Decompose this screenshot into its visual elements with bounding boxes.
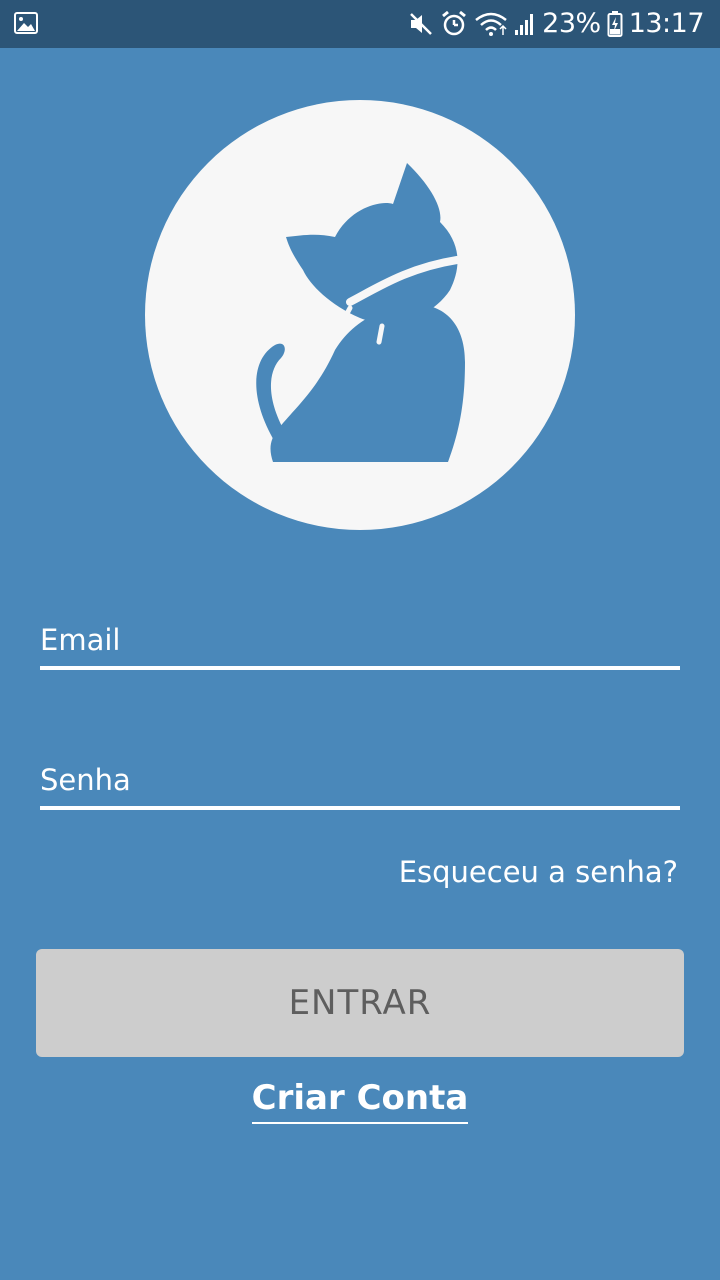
password-underline xyxy=(40,806,680,810)
login-screen: 23% 13:17 Email Esqueceu a senha? ENTRAR… xyxy=(0,0,720,1280)
signal-icon xyxy=(515,14,534,35)
app-logo xyxy=(145,100,575,530)
battery-icon xyxy=(607,11,623,37)
mute-icon xyxy=(410,13,433,35)
create-account-container: Criar Conta xyxy=(0,1076,720,1124)
forgot-password-link[interactable]: Esqueceu a senha? xyxy=(399,852,678,892)
email-field[interactable] xyxy=(40,614,680,666)
email-underline xyxy=(40,666,680,670)
clock: 13:17 xyxy=(628,8,705,39)
password-field-container xyxy=(40,754,680,810)
status-bar: 23% 13:17 xyxy=(0,0,720,48)
gallery-icon xyxy=(14,12,38,34)
cat-with-collar-icon xyxy=(256,163,465,462)
create-account-link[interactable]: Criar Conta xyxy=(251,1076,469,1124)
email-field-container xyxy=(40,614,680,670)
login-button[interactable]: ENTRAR xyxy=(36,949,684,1057)
status-icons: 23% 13:17 xyxy=(408,0,705,48)
login-button-label: ENTRAR xyxy=(288,983,432,1023)
battery-percent: 23% xyxy=(542,8,601,39)
alarm-icon xyxy=(442,10,467,36)
wifi-icon xyxy=(475,12,507,36)
password-field[interactable] xyxy=(40,754,680,806)
